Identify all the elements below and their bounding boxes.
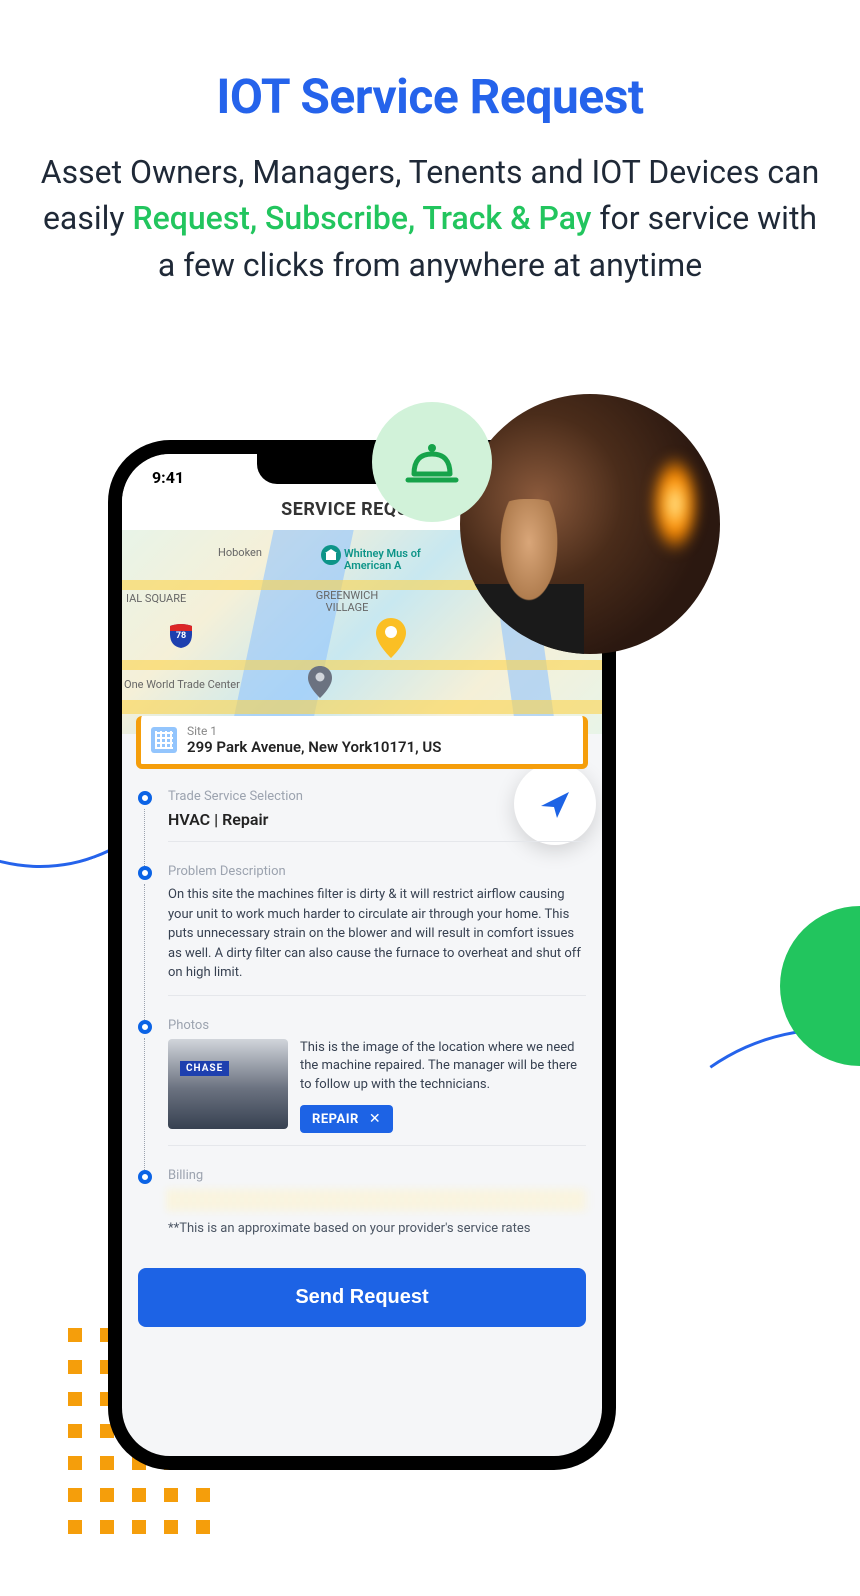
location-pin-icon[interactable]	[376, 618, 406, 658]
photo-description: This is the image of the location where …	[300, 1039, 586, 1096]
subtitle-highlight: Request, Subscribe, Track & Pay	[132, 199, 591, 237]
divider	[168, 995, 586, 996]
hero-photo-badge	[460, 394, 720, 654]
billing-note: **This is an approximate based on your p…	[168, 1221, 586, 1236]
technician-silhouette	[474, 499, 584, 654]
form-body: Trade Service Selection HVAC | Repair Pr…	[122, 769, 602, 1260]
step-problem-text: On this site the machines filter is dirt…	[168, 885, 586, 983]
step-billing-label: Billing	[168, 1168, 586, 1183]
map-road	[122, 700, 602, 714]
map-label-square: IAL SQUARE	[126, 592, 186, 605]
map-road	[122, 660, 602, 670]
step-photos[interactable]: Photos CHASE This is the image of the lo…	[138, 1018, 586, 1169]
museum-marker-icon	[320, 544, 342, 566]
map-label-whitney: Whitney Mus of American A	[344, 548, 434, 572]
divider	[168, 841, 586, 842]
step-dot-icon	[138, 791, 152, 805]
interstate-shield-icon: 78	[168, 622, 194, 652]
map-label-village: GREENWICH VILLAGE	[312, 590, 382, 614]
site-address-card[interactable]: Site 1 299 Park Avenue, New York10171, U…	[136, 716, 588, 769]
photo-thumbnail[interactable]: CHASE	[168, 1039, 288, 1129]
page-subtitle: Asset Owners, Managers, Tenents and IOT …	[36, 149, 824, 288]
step-problem-label: Problem Description	[168, 864, 586, 879]
step-problem[interactable]: Problem Description On this site the mac…	[138, 864, 586, 1018]
interstate-number: 78	[168, 631, 194, 641]
billing-blurred-row	[168, 1189, 586, 1211]
service-bell-badge	[372, 402, 492, 522]
step-trade-value: HVAC | Repair	[168, 810, 586, 829]
site-name: Site 1	[187, 724, 441, 738]
step-trade[interactable]: Trade Service Selection HVAC | Repair	[138, 789, 586, 864]
status-time: 9:41	[152, 468, 184, 487]
page-title: IOT Service Request	[0, 68, 860, 125]
send-request-button[interactable]: Send Request	[138, 1268, 586, 1327]
step-dot-icon	[138, 1020, 152, 1034]
close-icon[interactable]: ✕	[369, 1111, 381, 1127]
step-dot-icon	[138, 866, 152, 880]
step-dot-icon	[138, 1170, 152, 1184]
map-label-wtc: One World Trade Center	[124, 678, 240, 691]
storefront-sign: CHASE	[180, 1061, 229, 1076]
decorative-arc	[587, 995, 860, 1482]
service-bell-icon	[404, 440, 460, 484]
step-billing[interactable]: Billing **This is an approximate based o…	[138, 1168, 586, 1246]
secondary-pin-icon[interactable]	[308, 666, 332, 698]
repair-tag-chip[interactable]: REPAIR ✕	[300, 1105, 393, 1133]
building-icon	[151, 727, 177, 753]
map-label-hoboken: Hoboken	[218, 546, 262, 559]
step-trade-label: Trade Service Selection	[168, 789, 586, 804]
site-address: 299 Park Avenue, New York10171, US	[187, 738, 441, 756]
divider	[168, 1145, 586, 1146]
step-photos-label: Photos	[168, 1018, 586, 1033]
tag-label: REPAIR	[312, 1112, 359, 1127]
